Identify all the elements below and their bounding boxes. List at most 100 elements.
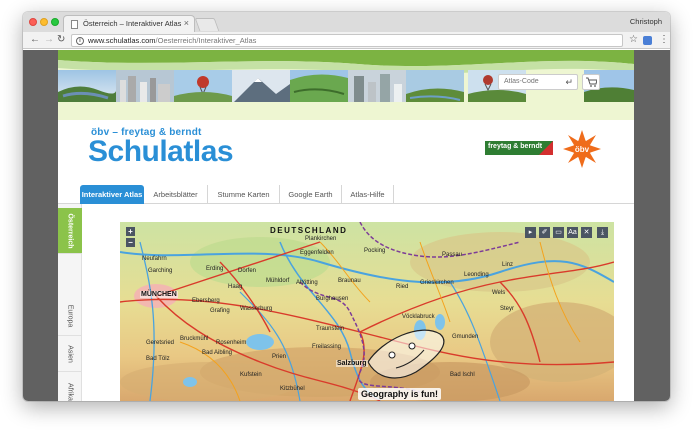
place-label: Grafing: [210, 308, 230, 314]
cart-button[interactable]: [582, 74, 600, 90]
place-label: Rosenheim: [216, 340, 247, 346]
place-label: Pocking: [364, 248, 386, 254]
url-host: www.schulatlas.com: [88, 36, 156, 45]
place-label: Freilassing: [312, 344, 342, 350]
place-label: Erding: [206, 266, 224, 272]
tab-title: Österreich – Interaktiver Atlas: [83, 19, 181, 28]
tab-stumme-karten[interactable]: Stumme Karten: [208, 185, 280, 204]
atlas-code-input[interactable]: [504, 78, 560, 85]
sidebar-item-label: Afrika: [66, 383, 74, 401]
new-tab-button[interactable]: [194, 18, 220, 31]
browser-toolbar: ← → ↻ i www.schulatlas.com/Oesterreich/I…: [23, 32, 670, 49]
page-icon: [71, 20, 78, 29]
map-annotation-text[interactable]: Geography is fun!: [358, 388, 442, 400]
place-label: Geretsried: [146, 340, 175, 346]
place-label: Plankirchen: [305, 236, 337, 242]
sidebar-item-label: Europa: [66, 304, 74, 327]
sidebar-item-label: Asien: [66, 344, 74, 363]
place-label: Bruckmühl: [180, 336, 209, 342]
tab-atlas-hilfe[interactable]: Atlas-Hilfe: [342, 185, 394, 204]
browser-window: Österreich – Interaktiver Atlas × Christ…: [23, 12, 670, 401]
tab-google-earth[interactable]: Google Earth: [280, 185, 342, 204]
place-label: Wasserburg: [240, 306, 273, 312]
extension-icon[interactable]: [643, 36, 652, 45]
place-label: Leonding: [464, 272, 489, 278]
city-label-salzburg: Salzburg: [336, 360, 368, 367]
region-sidebar: Österreich Europa Asien Afrika: [58, 204, 82, 401]
forward-arrow-icon[interactable]: →: [44, 33, 54, 47]
sidebar-item-oesterreich[interactable]: Österreich: [58, 208, 82, 254]
sidebar-item-asien[interactable]: Asien: [58, 336, 82, 372]
place-label: Steyr: [500, 306, 515, 312]
interactive-map[interactable]: + − ▸ ✐ ▭ Aa ✕ ⤓ DEUTSCHLAND MÜNCHEN Pla…: [120, 222, 614, 401]
draw-tool-icon[interactable]: ✐: [539, 227, 550, 238]
place-label: Traunstein: [316, 326, 345, 332]
reload-icon[interactable]: ↻: [57, 33, 65, 47]
main-nav: Interaktiver Atlas Arbeitsblätter Stumme…: [58, 182, 634, 204]
country-label: DEUTSCHLAND: [270, 226, 348, 235]
sidebar-item-label: Österreich: [66, 212, 74, 249]
page-viewport: ↵ öbv – freytag & berndt Schulatlas frey…: [23, 50, 670, 401]
place-label: Gmunden: [452, 334, 479, 340]
place-label: Burghausen: [316, 296, 349, 302]
place-label: Ebersberg: [192, 298, 220, 304]
download-icon[interactable]: ⤓: [597, 227, 608, 238]
place-label: Prien: [272, 354, 287, 360]
place-label: Bad Aibling: [202, 350, 233, 356]
title-bar: Österreich – Interaktiver Atlas × Christ…: [23, 12, 670, 32]
brand-title[interactable]: Schulatlas: [88, 135, 234, 169]
url-path: /Oesterreich/Interaktiver_Atlas: [155, 36, 257, 45]
clear-tool-icon[interactable]: ✕: [581, 227, 592, 238]
atlas-code-box: ↵: [498, 74, 578, 90]
place-label: Garching: [148, 268, 173, 274]
fb-logo-text: freytag & berndt: [488, 143, 543, 150]
url-text[interactable]: www.schulatlas.com/Oesterreich/Interakti…: [88, 36, 256, 45]
tab-arbeitsblaetter[interactable]: Arbeitsblätter: [144, 185, 208, 204]
close-window-button[interactable]: [29, 18, 37, 26]
place-label: Vöcklabruck: [402, 314, 435, 320]
tab-interaktiver-atlas[interactable]: Interaktiver Atlas: [80, 185, 144, 204]
obv-logo[interactable]: öbv: [561, 128, 603, 170]
place-label: Haag: [228, 284, 243, 290]
minimize-window-button[interactable]: [40, 18, 48, 26]
place-label: Mühldorf: [266, 278, 290, 284]
landscape-photos-strip: [58, 70, 464, 102]
maximize-window-button[interactable]: [51, 18, 59, 26]
profile-name[interactable]: Christoph: [630, 17, 662, 26]
text-tool-icon[interactable]: Aa: [567, 227, 578, 238]
fb-logo-accent: [539, 141, 553, 155]
shopping-cart-icon: [586, 77, 597, 87]
place-label: Ried: [396, 284, 409, 290]
bookmark-star-icon[interactable]: ☆: [629, 34, 638, 46]
place-label: Kufstein: [240, 372, 262, 378]
info-icon[interactable]: i: [76, 37, 84, 45]
place-label: Grieskirchen: [420, 280, 454, 286]
place-label: Linz: [502, 262, 514, 268]
enter-arrow-icon[interactable]: ↵: [565, 77, 573, 88]
place-label: Kitzbühel: [280, 386, 305, 392]
place-label: Bad Tölz: [146, 356, 170, 362]
freytag-berndt-logo[interactable]: freytag & berndt: [485, 141, 553, 155]
pointer-tool-icon[interactable]: ▸: [525, 227, 536, 238]
page-content: ↵ öbv – freytag & berndt Schulatlas frey…: [58, 50, 634, 401]
sidebar-item-afrika[interactable]: Afrika: [58, 372, 82, 401]
place-label: Braunau: [338, 278, 361, 284]
place-label: Bad Ischl: [450, 372, 475, 378]
place-label: Eggenfelden: [300, 250, 334, 256]
tab-close-icon[interactable]: ×: [184, 18, 189, 28]
browser-tab[interactable]: Österreich – Interaktiver Atlas ×: [63, 15, 195, 32]
place-label: Dorfen: [238, 268, 257, 274]
header-banner: ↵: [58, 50, 634, 120]
place-label: Passau: [442, 252, 463, 258]
back-arrow-icon[interactable]: ←: [30, 33, 40, 47]
shape-tool-icon[interactable]: ▭: [553, 227, 564, 238]
zoom-in-button[interactable]: +: [126, 227, 135, 236]
zoom-out-button[interactable]: −: [126, 238, 135, 247]
city-label-muenchen: MÜNCHEN: [140, 291, 178, 298]
sidebar-item-europa[interactable]: Europa: [58, 296, 82, 336]
place-label: Altötting: [296, 280, 318, 286]
address-bar[interactable]: i www.schulatlas.com/Oesterreich/Interak…: [71, 34, 623, 47]
obv-logo-text: öbv: [575, 145, 590, 154]
place-label: Wels: [492, 290, 506, 296]
menu-dots-icon[interactable]: ⋮: [659, 33, 669, 47]
